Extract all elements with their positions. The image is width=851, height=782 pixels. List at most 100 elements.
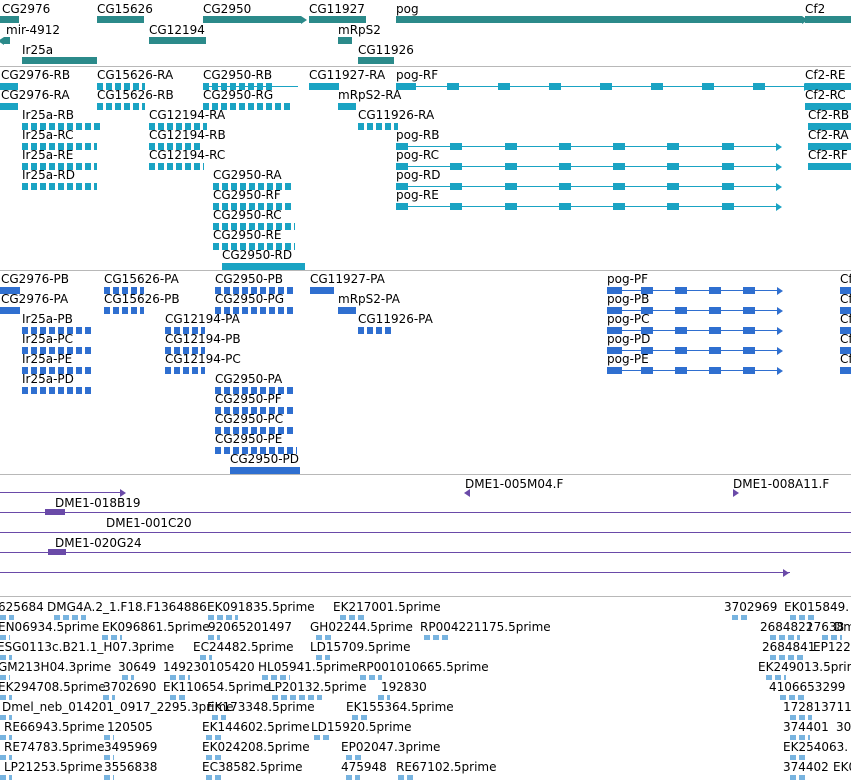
est-mark bbox=[0, 675, 10, 680]
est-label[interactable]: EP122 bbox=[813, 640, 851, 654]
est-mark bbox=[54, 615, 86, 620]
est-mark bbox=[340, 615, 364, 620]
est-label[interactable]: EK110654.5prime bbox=[163, 680, 271, 694]
est-label[interactable]: 92065201497 bbox=[208, 620, 292, 634]
est-label[interactable]: 30649 bbox=[118, 660, 156, 674]
est-label[interactable]: 120505 bbox=[107, 720, 153, 734]
est-label[interactable]: LD15709.5prime bbox=[310, 640, 411, 654]
est-mark bbox=[206, 755, 222, 760]
est-mark bbox=[424, 635, 450, 640]
est-mark bbox=[0, 715, 12, 720]
est-label[interactable]: ESG0113c.B21.1_H07.3prime bbox=[0, 640, 174, 654]
est-mark bbox=[262, 675, 290, 680]
est-mark bbox=[170, 675, 190, 680]
est-mark bbox=[790, 615, 814, 620]
est-mark bbox=[352, 715, 370, 720]
est-mark bbox=[314, 735, 330, 740]
est-mark bbox=[104, 735, 114, 740]
est-mark bbox=[0, 755, 12, 760]
est-label[interactable]: 192830 bbox=[381, 680, 427, 694]
est-label[interactable]: EK294708.5prime bbox=[0, 680, 106, 694]
est-mark bbox=[170, 695, 188, 700]
est-mark bbox=[104, 755, 114, 760]
est-label[interactable]: EN06934.5prime bbox=[0, 620, 99, 634]
est-label[interactable]: GM213H04.3prime bbox=[0, 660, 111, 674]
est-mark bbox=[102, 635, 122, 640]
est-label[interactable]: LP20132.5prime bbox=[268, 680, 367, 694]
est-label[interactable]: EK024208.5prime bbox=[202, 740, 310, 754]
est-label[interactable]: EK217001.5prime bbox=[333, 600, 441, 614]
est-mark bbox=[766, 675, 786, 680]
est-mark bbox=[790, 775, 806, 780]
est-label[interactable]: 4106653299 bbox=[769, 680, 845, 694]
est-mark bbox=[0, 635, 10, 640]
est-mark bbox=[0, 615, 14, 620]
est-label[interactable]: EC24482.5prime bbox=[193, 640, 294, 654]
est-mark bbox=[206, 735, 222, 740]
est-mark bbox=[732, 615, 748, 620]
est-label[interactable]: LP21253.5prime bbox=[4, 760, 103, 774]
est-label[interactable]: 1728137111 bbox=[783, 700, 851, 714]
est-mark bbox=[206, 775, 222, 780]
est-mark bbox=[770, 655, 804, 660]
est-mark bbox=[103, 695, 115, 700]
est-label[interactable]: 3702969 bbox=[724, 600, 777, 614]
est-label[interactable]: EK096861.5prime bbox=[102, 620, 210, 634]
est-mark bbox=[780, 695, 804, 700]
est-mark bbox=[398, 775, 414, 780]
est-label[interactable]: EK015849. bbox=[784, 600, 849, 614]
est-label[interactable]: EK155364.5prime bbox=[346, 700, 454, 714]
est-mark bbox=[316, 655, 330, 660]
est-label[interactable]: 475948 bbox=[341, 760, 387, 774]
est-mark bbox=[272, 695, 322, 700]
est-label[interactable]: RE67102.5prime bbox=[396, 760, 497, 774]
est-label[interactable]: 149230105420 bbox=[163, 660, 255, 674]
est-label[interactable]: 30 bbox=[836, 720, 851, 734]
est-label[interactable]: EK173348.5prime bbox=[207, 700, 315, 714]
est-mark bbox=[378, 695, 390, 700]
est-mark bbox=[360, 675, 382, 680]
est-label[interactable]: 3495969 bbox=[104, 740, 157, 754]
genome-browser: CG2976 CG15626 CG2950 CG11927 pog Cf2 mir-4912… bbox=[0, 0, 851, 782]
est-label[interactable]: 374401 bbox=[783, 720, 829, 734]
est-label[interactable]: EK249013.5prime bbox=[758, 660, 851, 674]
est-label[interactable]: RP004221175.5prime bbox=[420, 620, 551, 634]
est-mark bbox=[822, 635, 842, 640]
est-mark bbox=[122, 675, 134, 680]
est-track: 625684 DMG4A.2_1.F18.F1364886 EK091835.5pr… bbox=[0, 0, 851, 782]
est-mark bbox=[346, 775, 360, 780]
est-mark bbox=[212, 715, 226, 720]
est-label[interactable]: EC38582.5prime bbox=[202, 760, 303, 774]
est-label[interactable]: DMG4A.2_1.F18.F1364886 bbox=[47, 600, 207, 614]
est-label[interactable]: LD15920.5prime bbox=[311, 720, 412, 734]
est-label[interactable]: EK254063. bbox=[783, 740, 848, 754]
est-mark bbox=[790, 755, 806, 760]
est-label[interactable]: RE66943.5prime bbox=[4, 720, 105, 734]
est-label[interactable]: 3702690 bbox=[103, 680, 156, 694]
est-mark bbox=[316, 635, 334, 640]
est-mark bbox=[790, 735, 810, 740]
est-label[interactable]: 2684841 bbox=[762, 640, 815, 654]
est-label[interactable]: 625684 bbox=[0, 600, 44, 614]
est-label[interactable]: RE74783.5prime bbox=[4, 740, 105, 754]
est-mark bbox=[0, 655, 12, 660]
est-mark bbox=[346, 755, 362, 760]
est-label[interactable]: RP001010665.5prime bbox=[358, 660, 489, 674]
est-label[interactable]: EK091835.5prime bbox=[207, 600, 315, 614]
est-label[interactable]: HL05941.5prime bbox=[258, 660, 358, 674]
est-mark bbox=[104, 775, 114, 780]
est-mark bbox=[208, 635, 220, 640]
est-label[interactable]: EK144602.5prime bbox=[202, 720, 310, 734]
est-label[interactable]: GH02244.5prime bbox=[310, 620, 413, 634]
est-label[interactable]: Dm bbox=[834, 620, 851, 634]
est-mark bbox=[0, 775, 12, 780]
est-label[interactable]: Dmel_neb_014201_0917_2295.3prime bbox=[2, 700, 234, 714]
est-label[interactable]: 3556838 bbox=[104, 760, 157, 774]
est-mark bbox=[208, 615, 238, 620]
est-mark bbox=[0, 735, 12, 740]
est-label[interactable]: EP02047.3prime bbox=[341, 740, 440, 754]
est-label[interactable]: EK0 bbox=[833, 760, 851, 774]
est-label[interactable]: 374402 bbox=[783, 760, 829, 774]
est-mark bbox=[0, 695, 12, 700]
est-mark bbox=[790, 715, 812, 720]
